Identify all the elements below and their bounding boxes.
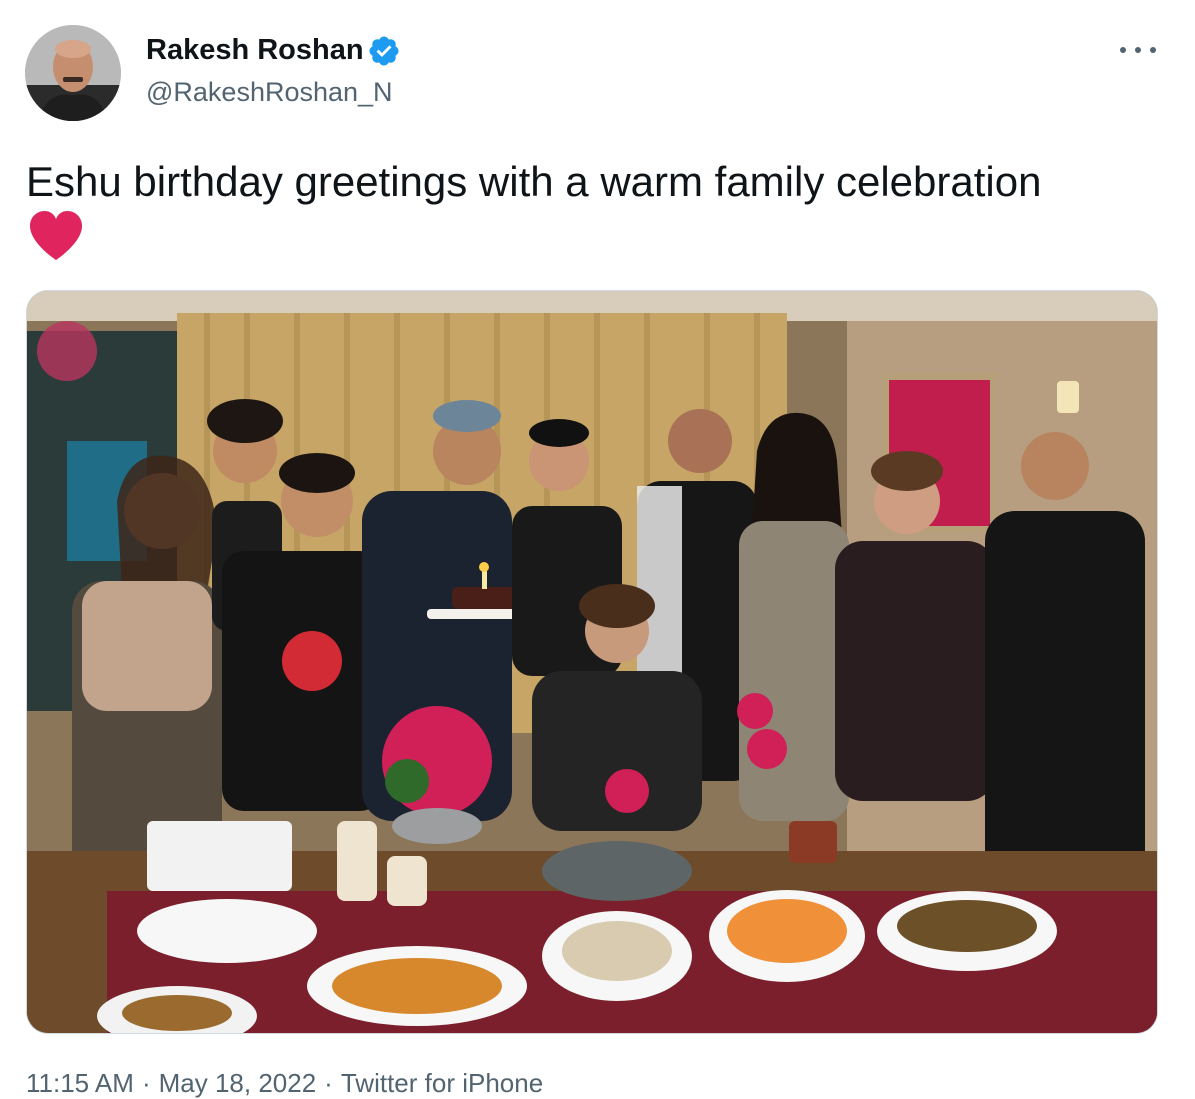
avatar-image bbox=[25, 25, 121, 121]
avatar[interactable] bbox=[25, 25, 121, 121]
dot bbox=[1120, 47, 1126, 53]
tweet-source[interactable]: Twitter for iPhone bbox=[341, 1068, 543, 1098]
separator: · bbox=[141, 1068, 151, 1098]
more-options-icon[interactable] bbox=[1120, 38, 1156, 62]
tweet-time[interactable]: 11:15 AM bbox=[26, 1068, 134, 1098]
heart-emoji-icon bbox=[30, 211, 82, 260]
party-photo bbox=[27, 291, 1157, 1033]
verified-badge-icon bbox=[369, 36, 399, 66]
tweet-date[interactable]: May 18, 2022 bbox=[159, 1068, 317, 1098]
dot bbox=[1135, 47, 1141, 53]
dot bbox=[1150, 47, 1156, 53]
tweet-photo[interactable] bbox=[26, 290, 1158, 1034]
tweet-meta: 11:15 AM · May 18, 2022 · Twitter for iPhone bbox=[26, 1068, 543, 1099]
author-display-name[interactable]: Rakesh Roshan bbox=[146, 34, 364, 67]
author-handle[interactable]: @RakeshRoshan_N bbox=[146, 77, 393, 108]
separator: · bbox=[324, 1068, 333, 1098]
tweet-card: Rakesh Roshan @RakeshRoshan_N Eshu birth… bbox=[0, 0, 1195, 1098]
tweet-text: Eshu birthday greetings with a warm fami… bbox=[26, 158, 1042, 205]
